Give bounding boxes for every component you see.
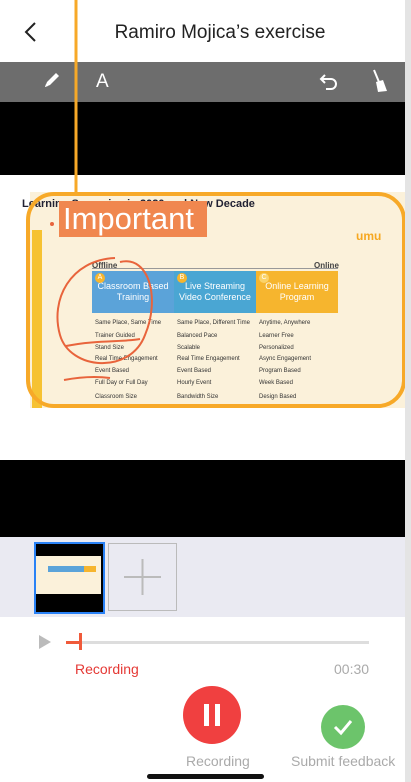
annotation-circle-scribble [56,257,153,365]
pause-recording-button[interactable] [183,686,241,744]
check-icon [333,720,353,736]
annotation-layer [26,0,405,408]
slide-thumbnail-1-preview [36,556,101,594]
pause-caption: Recording [186,753,250,769]
annotation-dot [50,222,54,226]
screen-edge [405,0,411,782]
playback-track[interactable] [66,641,369,644]
home-indicator [147,774,264,779]
canvas-letterbox-bottom [0,460,405,537]
annotation-underline-1 [65,338,141,347]
recording-time: 00:30 [334,661,370,677]
add-slide-button[interactable] [108,543,177,611]
submit-caption: Submit feedback [291,753,396,769]
plus-icon [124,559,161,595]
annotation-underline-2 [63,375,111,381]
recording-status: Recording [75,661,139,677]
playback-handle[interactable] [79,633,82,650]
pause-icon [204,704,220,726]
play-icon[interactable] [38,634,52,655]
important-annotation-text: Important [63,201,194,236]
submit-feedback-button[interactable] [321,705,365,749]
